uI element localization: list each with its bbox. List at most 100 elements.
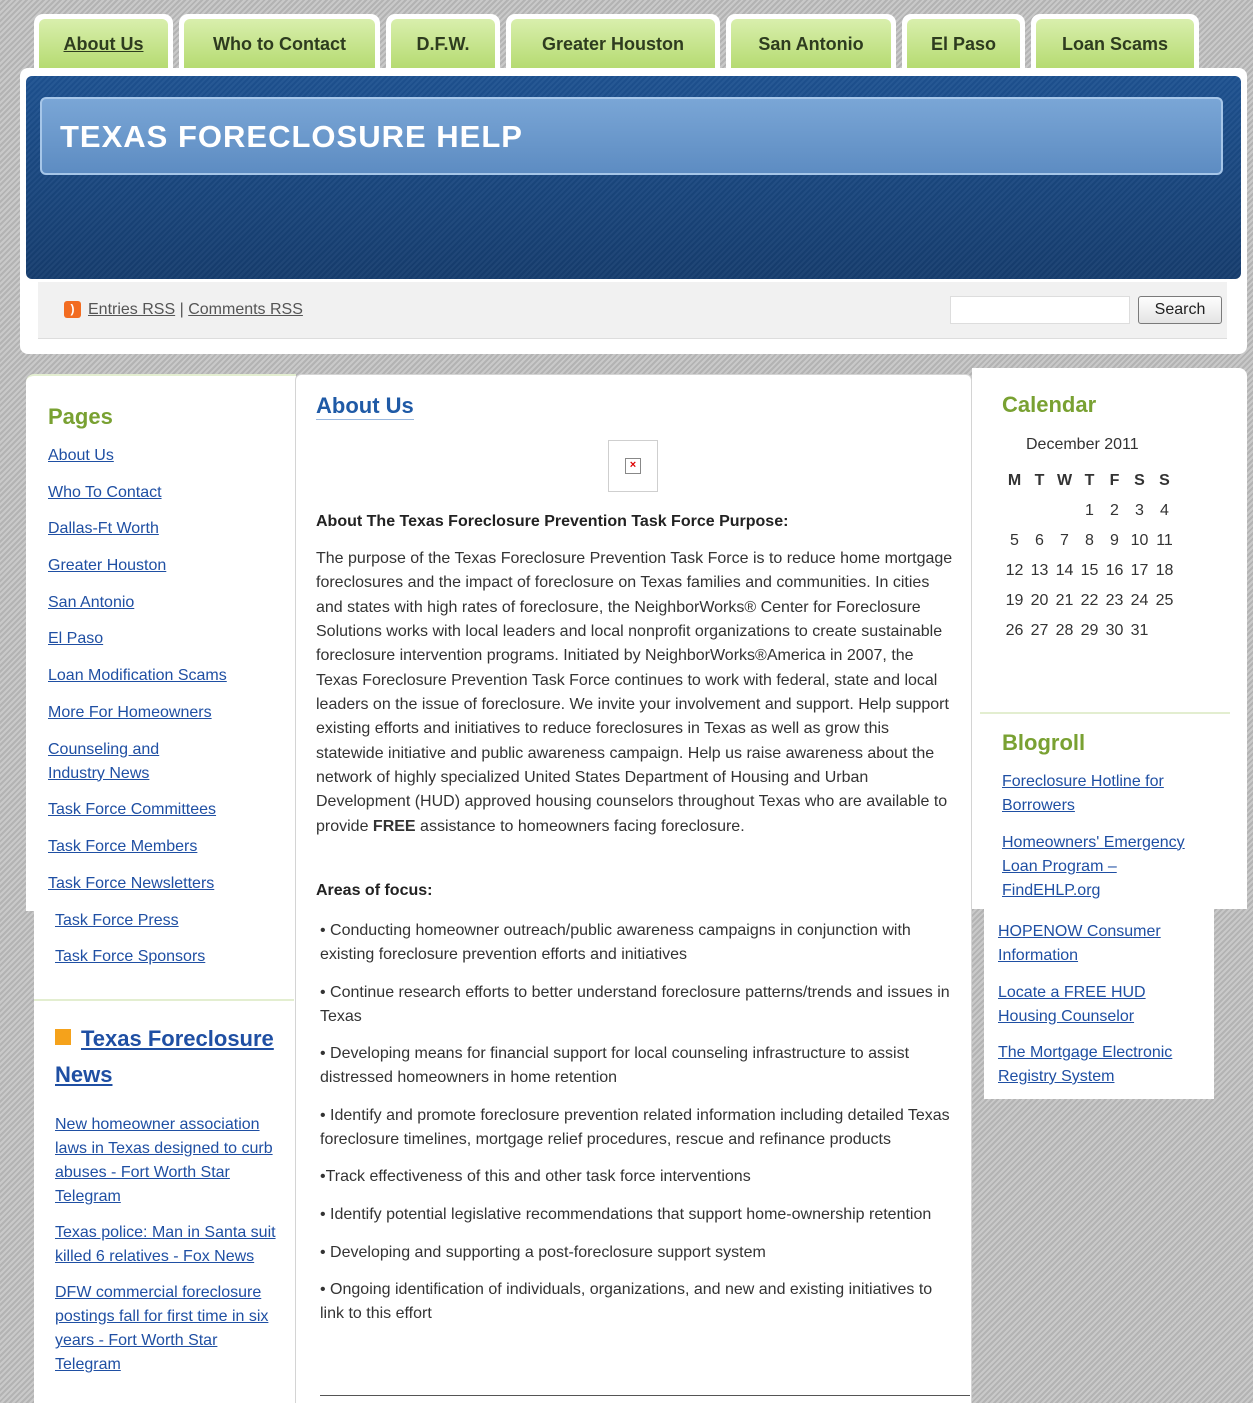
calendar-day: 2 [1110, 502, 1119, 519]
search-input[interactable] [950, 296, 1130, 324]
page-link-about-us[interactable]: About Us [48, 444, 278, 468]
weekday-header: S [1134, 472, 1145, 489]
calendar-day: 12 [1005, 562, 1024, 579]
page-link-counseling-news[interactable]: Counseling and Industry News [48, 738, 188, 786]
tab-el-paso[interactable]: El Paso [902, 14, 1025, 70]
calendar-day: 5 [1010, 532, 1019, 549]
calendar-day: 24 [1130, 592, 1149, 609]
blogroll-link[interactable]: Homeowners' Emergency Loan Program – Fin… [1002, 831, 1212, 903]
news-widget: Texas Foreclosure News New homeowner ass… [34, 999, 294, 1373]
blogroll-list-continued: HOPENOW Consumer Information Locate a FR… [998, 920, 1208, 1102]
page-link-more-for-homeowners[interactable]: More For Homeowners [48, 701, 278, 725]
weekday-header: W [1056, 472, 1073, 489]
rss-separator: | [179, 301, 184, 318]
broken-image-icon: × [625, 458, 641, 474]
calendar-day [1002, 496, 1027, 526]
site-title[interactable]: TEXAS FORECLOSURE HELP [60, 119, 523, 155]
header-panel: TEXAS FORECLOSURE HELP ) Entries RSS | C… [20, 68, 1247, 354]
calendar-day [1152, 616, 1177, 646]
pages-list-continued: Task Force Press Task Force Sponsors [55, 909, 285, 981]
content-divider [320, 1395, 970, 1396]
rss-icon: ) [64, 301, 81, 318]
page-link-greater-houston[interactable]: Greater Houston [48, 554, 278, 578]
entries-rss-link[interactable]: Entries RSS [88, 301, 175, 318]
page-link-task-force-sponsors[interactable]: Task Force Sponsors [55, 945, 285, 969]
focus-item: • Developing and supporting a post-forec… [320, 1243, 766, 1261]
calendar-day: 10 [1130, 532, 1149, 549]
calendar-day: 21 [1055, 592, 1074, 609]
rss-links: Entries RSS | Comments RSS [88, 301, 303, 319]
page-link-task-force-members[interactable]: Task Force Members [48, 835, 278, 859]
article-title[interactable]: About Us [316, 393, 414, 420]
blogroll-title: Blogroll [1002, 730, 1086, 755]
tab-label: About Us [39, 19, 168, 70]
weekday-header: S [1159, 472, 1170, 489]
page-link-who-to-contact[interactable]: Who To Contact [48, 481, 278, 505]
page-link-san-antonio[interactable]: San Antonio [48, 591, 278, 615]
header-banner: TEXAS FORECLOSURE HELP [26, 76, 1241, 279]
calendar-day [1052, 496, 1077, 526]
page-link-dallas-ft-worth[interactable]: Dallas-Ft Worth [48, 517, 278, 541]
purpose-free: FREE [372, 817, 416, 835]
pages-list: About Us Who To Contact Dallas-Ft Worth … [48, 444, 278, 908]
weekday-header: T [1034, 472, 1045, 489]
tab-label: Greater Houston [511, 19, 715, 70]
comments-rss-link[interactable]: Comments RSS [188, 301, 303, 318]
main-content: About Us × About The Texas Foreclosure P… [295, 374, 972, 1403]
page-link-task-force-newsletters[interactable]: Task Force Newsletters [48, 872, 278, 896]
calendar-day: 19 [1005, 592, 1024, 609]
calendar-day: 11 [1156, 532, 1173, 549]
tab-dfw[interactable]: D.F.W. [386, 14, 500, 70]
blogroll-link[interactable]: HOPENOW Consumer Information [998, 920, 1208, 968]
purpose-paragraph: The purpose of the Texas Foreclosure Pre… [316, 547, 956, 839]
calendar-day: 18 [1155, 562, 1174, 579]
calendar-day: 16 [1105, 562, 1124, 579]
tab-about-us[interactable]: About Us [34, 14, 173, 70]
page-link-loan-modification-scams[interactable]: Loan Modification Scams [48, 664, 278, 688]
calendar-day: 26 [1005, 622, 1024, 639]
calendar-day: 7 [1060, 532, 1069, 549]
tab-greater-houston[interactable]: Greater Houston [506, 14, 720, 70]
tab-label: San Antonio [731, 19, 891, 70]
news-widget-title[interactable]: Texas Foreclosure News [55, 1021, 285, 1093]
calendar-day: 23 [1105, 592, 1124, 609]
calendar-day: 22 [1080, 592, 1099, 609]
page-link-task-force-press[interactable]: Task Force Press [55, 909, 285, 933]
tab-label: D.F.W. [391, 19, 495, 70]
left-sidebar: Pages About Us Who To Contact Dallas-Ft … [26, 374, 296, 911]
calendar-title: Calendar [1002, 392, 1097, 417]
purpose-heading: About The Texas Foreclosure Prevention T… [316, 513, 789, 530]
news-item[interactable]: Texas police: Man in Santa suit killed 6… [55, 1221, 280, 1269]
calendar-day: 3 [1135, 502, 1144, 519]
tab-who-to-contact[interactable]: Who to Contact [179, 14, 380, 70]
news-item[interactable]: DFW commercial foreclosure postings fall… [55, 1281, 280, 1377]
calendar-caption: December 2011 [1026, 436, 1139, 453]
tab-label: Loan Scams [1036, 19, 1194, 70]
calendar-day: 13 [1030, 562, 1049, 579]
focus-item: • Identify potential legislative recomme… [320, 1205, 932, 1223]
calendar-day: 4 [1160, 502, 1169, 519]
calendar-table: M T W T F S S 1 2 3 4 5 6 7 8 9 10 11 12… [1002, 466, 1177, 646]
page-link-task-force-committees[interactable]: Task Force Committees [48, 798, 278, 822]
search-button[interactable]: Search [1138, 296, 1222, 324]
left-sidebar-lower: Task Force Press Task Force Sponsors Tex… [34, 909, 295, 1403]
tab-san-antonio[interactable]: San Antonio [726, 14, 896, 70]
focus-item: • Identify and promote foreclosure preve… [320, 1106, 950, 1148]
calendar-day: 6 [1035, 532, 1044, 549]
weekday-header: F [1109, 472, 1120, 489]
blogroll-link[interactable]: The Mortgage Electronic Registry System [998, 1041, 1208, 1089]
blogroll-link[interactable]: Locate a FREE HUD Housing Counselor [998, 981, 1208, 1029]
focus-item: • Ongoing identification of individuals,… [320, 1281, 933, 1323]
news-item[interactable]: New homeowner association laws in Texas … [55, 1113, 280, 1209]
tab-loan-scams[interactable]: Loan Scams [1031, 14, 1199, 70]
page-link-el-paso[interactable]: El Paso [48, 627, 278, 651]
calendar-day [1027, 496, 1052, 526]
calendar-day: 29 [1080, 622, 1099, 639]
calendar-day: 17 [1130, 562, 1149, 579]
focus-item: • Conducting homeowner outreach/public a… [320, 922, 911, 963]
calendar-day: 15 [1080, 562, 1099, 579]
weekday-header: M [1007, 472, 1022, 489]
rss-bar: ) Entries RSS | Comments RSS Search [38, 282, 1227, 339]
blogroll-link[interactable]: Foreclosure Hotline for Borrowers [1002, 770, 1212, 818]
focus-item: • Developing means for financial support… [320, 1045, 910, 1087]
